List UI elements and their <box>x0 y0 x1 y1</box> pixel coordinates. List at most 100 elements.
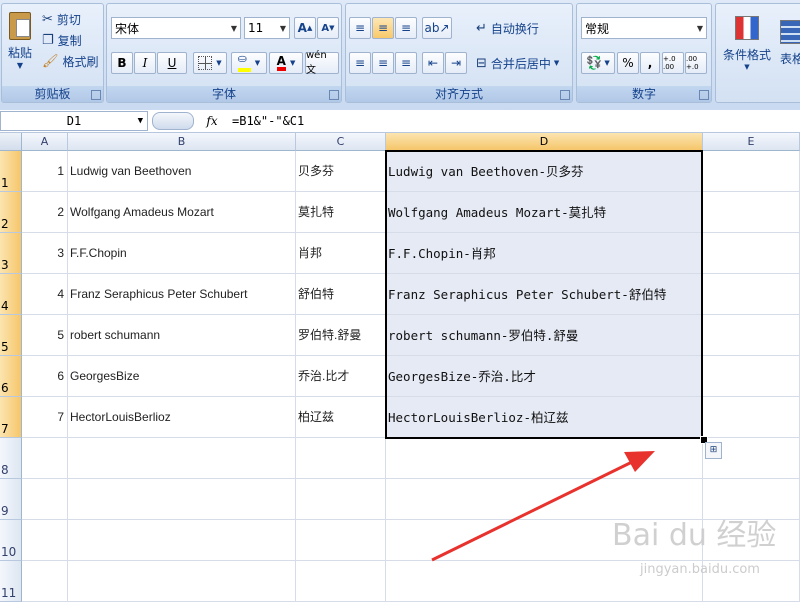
cell-b6[interactable]: GeorgesBize <box>68 356 296 397</box>
cell-a4[interactable]: 4 <box>22 274 68 315</box>
row-header-8[interactable]: 8 <box>0 438 22 479</box>
orientation-button[interactable]: ab↗ <box>422 17 452 39</box>
grow-font-button[interactable]: A ▲ <box>294 17 316 39</box>
cell-c5[interactable]: 罗伯特.舒曼 <box>296 315 386 356</box>
format-painter-button[interactable]: 🖌 格式刷 <box>42 52 99 70</box>
cell-c4[interactable]: 舒伯特 <box>296 274 386 315</box>
formula-bar-resize-handle[interactable] <box>152 112 194 130</box>
cell-c2[interactable]: 莫扎特 <box>296 192 386 233</box>
borders-button[interactable]: ▼ <box>193 52 227 74</box>
cell-b8[interactable] <box>68 438 296 479</box>
cell-d3[interactable]: F.F.Chopin-肖邦 <box>386 233 703 274</box>
cell-c9[interactable] <box>296 479 386 520</box>
cell-a6[interactable]: 6 <box>22 356 68 397</box>
wrap-text-button[interactable]: ↵ 自动换行 <box>476 18 539 38</box>
auto-fill-options-button[interactable]: ⊞ <box>705 442 722 459</box>
paste-button[interactable]: 粘贴 ▼ <box>5 8 35 74</box>
cell-e2[interactable] <box>703 192 800 233</box>
font-launcher[interactable] <box>329 90 339 100</box>
align-top-button[interactable]: ≡ <box>349 17 371 39</box>
column-header-c[interactable]: C <box>296 133 386 151</box>
comma-button[interactable]: , <box>640 52 660 74</box>
phonetic-button[interactable]: wén 文 <box>305 50 339 76</box>
column-header-e[interactable]: E <box>703 133 800 151</box>
row-header-9[interactable]: 9 <box>0 479 22 520</box>
font-size-select[interactable]: 11 ▼ <box>244 17 290 39</box>
row-header-7[interactable]: 7 <box>0 397 22 438</box>
cell-b5[interactable]: robert schumann <box>68 315 296 356</box>
row-header-3[interactable]: 3 <box>0 233 22 274</box>
cell-a8[interactable] <box>22 438 68 479</box>
copy-button[interactable]: ❐ 复制 <box>42 31 82 49</box>
cell-c3[interactable]: 肖邦 <box>296 233 386 274</box>
cell-a9[interactable] <box>22 479 68 520</box>
cell-d5[interactable]: robert schumann-罗伯特.舒曼 <box>386 315 703 356</box>
cell-b9[interactable] <box>68 479 296 520</box>
cell-e1[interactable] <box>703 151 800 192</box>
cell-d2[interactable]: Wolfgang Amadeus Mozart-莫扎特 <box>386 192 703 233</box>
align-bottom-button[interactable]: ≡ <box>395 17 417 39</box>
alignment-launcher[interactable] <box>560 90 570 100</box>
decrease-indent-button[interactable]: ⇤ <box>422 52 444 74</box>
cell-c11[interactable] <box>296 561 386 602</box>
cell-a3[interactable]: 3 <box>22 233 68 274</box>
decrease-decimal-button[interactable]: .00 +.0 <box>685 52 707 74</box>
row-header-2[interactable]: 2 <box>0 192 22 233</box>
format-as-table-button[interactable]: 表格格 <box>780 8 800 78</box>
align-center-button[interactable]: ≡ <box>372 52 394 74</box>
align-left-button[interactable]: ≡ <box>349 52 371 74</box>
shrink-font-button[interactable]: A ▼ <box>317 17 339 39</box>
cell-d4[interactable]: Franz Seraphicus Peter Schubert-舒伯特 <box>386 274 703 315</box>
cell-d8[interactable] <box>386 438 703 479</box>
align-middle-button[interactable]: ≡ <box>372 17 394 39</box>
cell-a11[interactable] <box>22 561 68 602</box>
font-color-button[interactable]: A ▼ <box>269 52 303 74</box>
cell-c10[interactable] <box>296 520 386 561</box>
accounting-format-button[interactable]: 💱 ▼ <box>581 52 615 74</box>
number-format-select[interactable]: 常规 ▼ <box>581 17 707 39</box>
insert-function-button[interactable]: fx <box>200 111 224 131</box>
number-launcher[interactable] <box>699 90 709 100</box>
bold-button[interactable]: B <box>111 52 133 74</box>
underline-button[interactable]: U <box>157 52 187 74</box>
cell-a2[interactable]: 2 <box>22 192 68 233</box>
cell-b3[interactable]: F.F.Chopin <box>68 233 296 274</box>
cell-b10[interactable] <box>68 520 296 561</box>
increase-decimal-button[interactable]: +.0 .00 <box>662 52 684 74</box>
cell-e7[interactable] <box>703 397 800 438</box>
cell-c1[interactable]: 贝多芬 <box>296 151 386 192</box>
increase-indent-button[interactable]: ⇥ <box>445 52 467 74</box>
cell-d7[interactable]: HectorLouisBerlioz-柏辽兹 <box>386 397 703 438</box>
cell-e4[interactable] <box>703 274 800 315</box>
conditional-format-button[interactable]: 条件格式 ▼ <box>718 8 776 78</box>
align-right-button[interactable]: ≡ <box>395 52 417 74</box>
cell-a10[interactable] <box>22 520 68 561</box>
cell-b2[interactable]: Wolfgang Amadeus Mozart <box>68 192 296 233</box>
cell-e5[interactable] <box>703 315 800 356</box>
cell-a5[interactable]: 5 <box>22 315 68 356</box>
percent-button[interactable]: % <box>617 52 639 74</box>
column-header-b[interactable]: B <box>68 133 296 151</box>
cell-e6[interactable] <box>703 356 800 397</box>
cell-b4[interactable]: Franz Seraphicus Peter Schubert <box>68 274 296 315</box>
cell-d1[interactable]: Ludwig van Beethoven-贝多芬 <box>386 151 703 192</box>
row-header-10[interactable]: 10 <box>0 520 22 561</box>
row-header-1[interactable]: 1 <box>0 151 22 192</box>
cell-b7[interactable]: HectorLouisBerlioz <box>68 397 296 438</box>
cell-e3[interactable] <box>703 233 800 274</box>
cell-d6[interactable]: GeorgesBize-乔治.比才 <box>386 356 703 397</box>
column-header-d[interactable]: D <box>386 133 703 151</box>
italic-button[interactable]: I <box>134 52 156 74</box>
row-header-5[interactable]: 5 <box>0 315 22 356</box>
merge-center-button[interactable]: ⊟ 合并后居中 ▼ <box>476 53 559 73</box>
select-all-corner[interactable] <box>0 133 22 151</box>
cell-b11[interactable] <box>68 561 296 602</box>
column-header-a[interactable]: A <box>22 133 68 151</box>
row-header-4[interactable]: 4 <box>0 274 22 315</box>
row-header-6[interactable]: 6 <box>0 356 22 397</box>
formula-input[interactable]: =B1&"-"&C1 <box>232 111 304 131</box>
cell-b1[interactable]: Ludwig van Beethoven <box>68 151 296 192</box>
cell-c8[interactable] <box>296 438 386 479</box>
name-box[interactable]: D1 ▼ <box>0 111 148 131</box>
fill-color-button[interactable]: ⛀ ▼ <box>231 52 267 74</box>
